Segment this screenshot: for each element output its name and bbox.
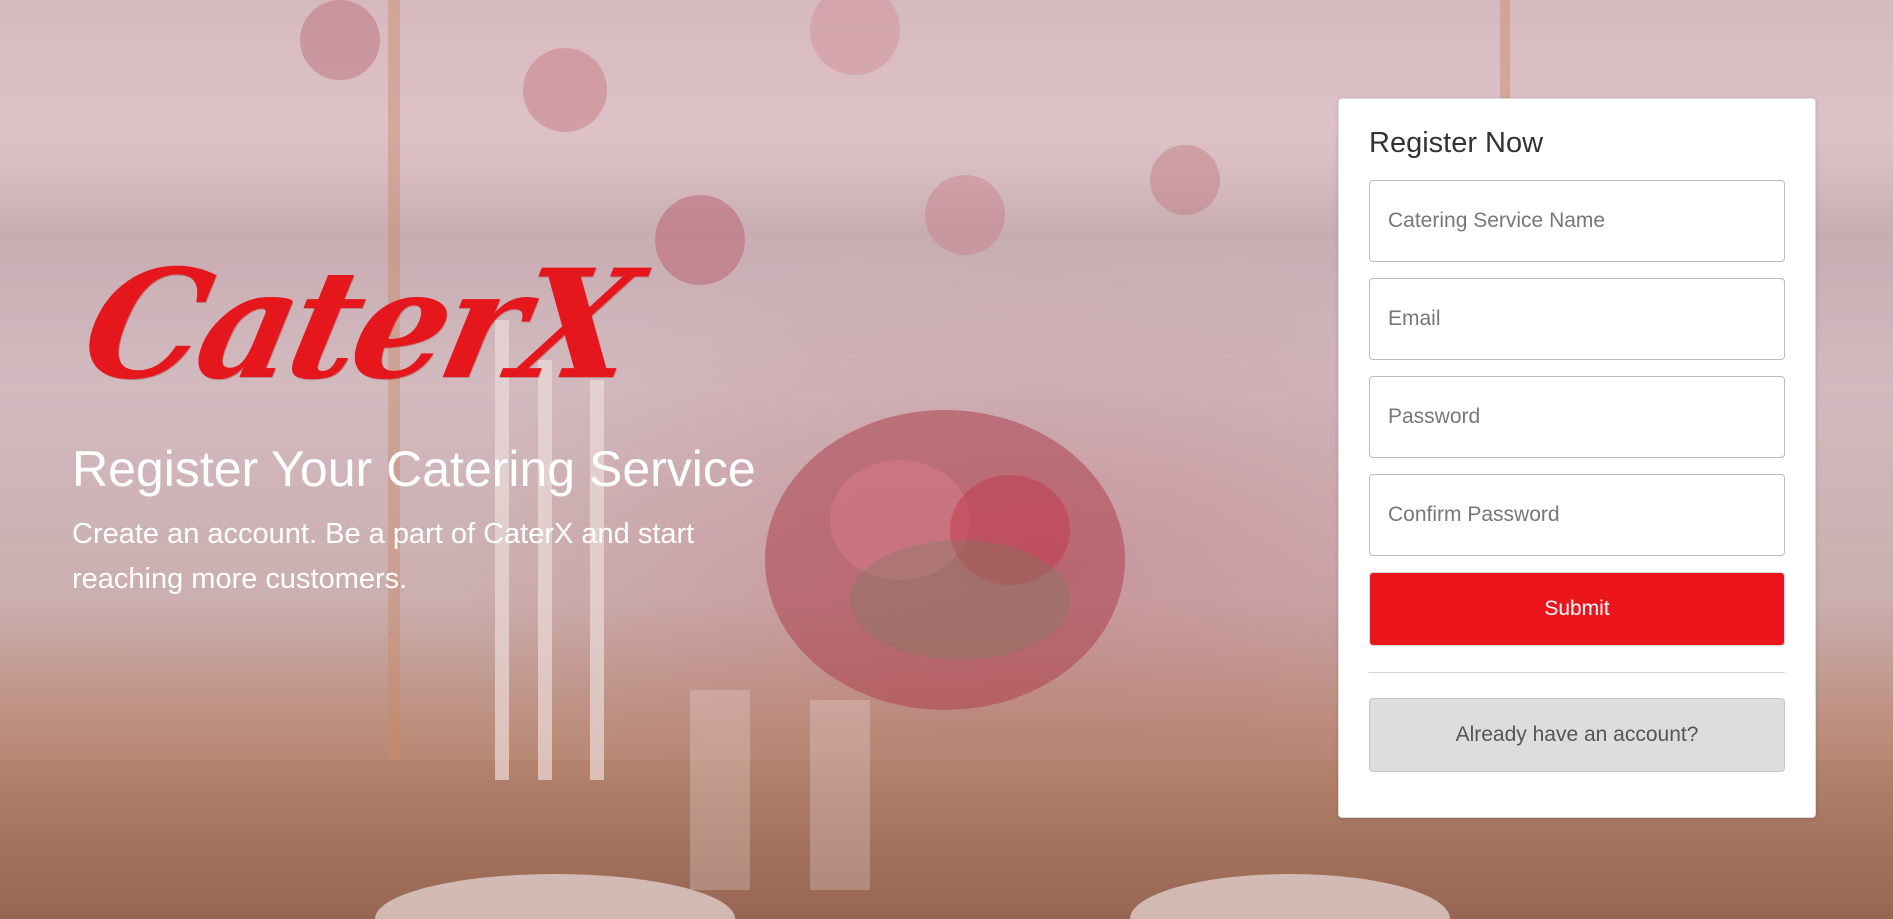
- register-form: Register Now Submit Already have an acco…: [1338, 98, 1816, 818]
- catering-service-name-input[interactable]: [1369, 180, 1785, 262]
- email-input[interactable]: [1369, 278, 1785, 360]
- page: CaterX Register Your Catering Service Cr…: [0, 0, 1893, 919]
- register-title: Register Now: [1369, 127, 1544, 159]
- password-input[interactable]: [1369, 376, 1785, 458]
- hero-title: Register Your Catering Service: [72, 441, 756, 497]
- already-have-account-button[interactable]: Already have an account?: [1369, 698, 1785, 772]
- submit-button[interactable]: Submit: [1369, 572, 1785, 646]
- hero-subtitle: Create an account. Be a part of CaterX a…: [72, 518, 695, 595]
- confirm-password-input[interactable]: [1369, 474, 1785, 556]
- divider: [1369, 672, 1785, 673]
- hero-section: CaterX Register Your Catering Service Cr…: [69, 237, 832, 602]
- caterx-logo: CaterX: [69, 237, 648, 413]
